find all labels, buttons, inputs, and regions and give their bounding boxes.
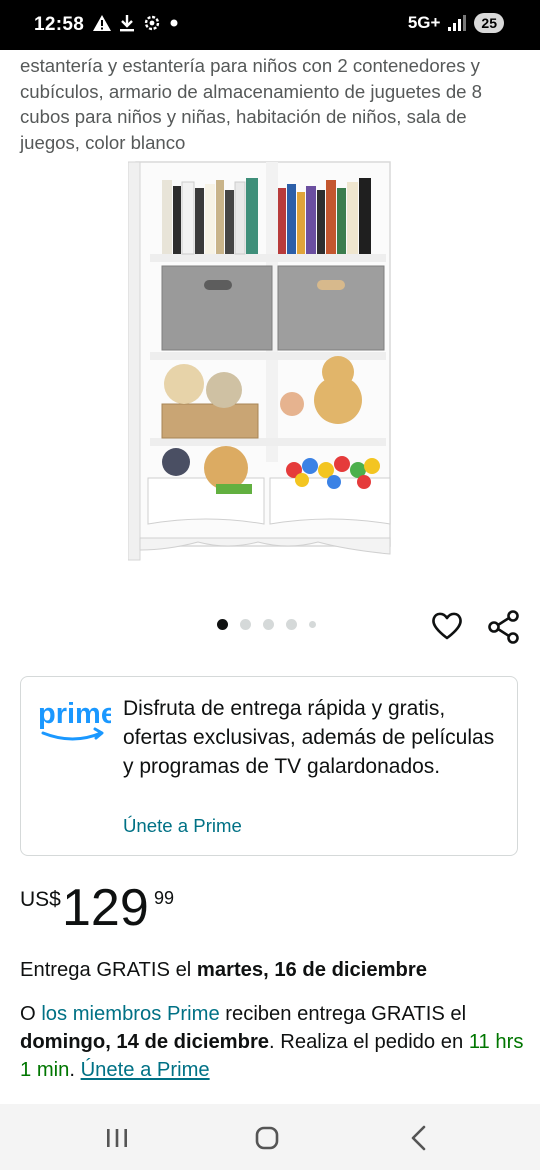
- prime-members-link[interactable]: los miembros Prime: [41, 1003, 219, 1025]
- signal-icon: [448, 15, 467, 31]
- member-prefix: O: [20, 1003, 42, 1025]
- delivery-info: Entrega GRATIS el martes, 16 de diciembr…: [20, 957, 427, 983]
- carousel-dot[interactable]: [263, 619, 274, 630]
- member-after-date: . Realiza el pedido en: [269, 1031, 469, 1053]
- price-whole: 129: [62, 879, 149, 937]
- prime-promo-text: Disfruta de entrega rápida y gratis, ofe…: [123, 697, 495, 778]
- price-currency: US$: [20, 888, 61, 911]
- download-icon: [120, 15, 134, 32]
- settings-icon: [144, 15, 160, 31]
- delivery-prefix: Entrega GRATIS el: [20, 959, 197, 981]
- status-right: 5G+ 25: [408, 13, 504, 33]
- member-delivery-date: domingo, 14 de diciembre: [20, 1031, 270, 1053]
- prime-member-delivery: O los miembros Prime reciben entrega GRA…: [20, 1000, 524, 1084]
- product-title: estantería y estantería para niños con 2…: [20, 55, 483, 153]
- carousel-dot-active[interactable]: [217, 619, 228, 630]
- network-type: 5G+: [407, 13, 441, 32]
- join-prime-link[interactable]: Únete a Prime: [123, 815, 242, 837]
- carousel-dot[interactable]: [309, 621, 316, 628]
- dot-icon: [170, 19, 178, 27]
- system-nav-bar: [0, 1104, 540, 1170]
- back-icon[interactable]: [399, 1122, 439, 1154]
- member-middle: reciben entrega GRATIS el: [219, 1003, 467, 1025]
- status-time: 12:58: [34, 14, 85, 35]
- price-fraction: 99: [154, 888, 175, 908]
- battery-level: 25: [474, 13, 504, 33]
- alert-icon: [93, 15, 111, 31]
- join-prime-link-2[interactable]: Únete a Prime: [81, 1059, 210, 1081]
- home-icon[interactable]: [247, 1122, 287, 1154]
- prime-promo-card: prime Disfruta de entrega rápida y grati…: [20, 676, 518, 856]
- carousel-indicator: [217, 619, 316, 630]
- carousel-dot[interactable]: [240, 619, 251, 630]
- heart-icon[interactable]: [430, 609, 464, 643]
- svg-text:prime: prime: [38, 698, 111, 730]
- status-icons: [92, 13, 180, 33]
- member-sep: .: [69, 1059, 81, 1081]
- carousel-dot[interactable]: [286, 619, 297, 630]
- recent-apps-icon[interactable]: [97, 1122, 137, 1154]
- share-icon[interactable]: [486, 609, 522, 645]
- prime-logo: prime: [38, 698, 111, 741]
- delivery-date: martes, 16 de diciembre: [196, 959, 427, 981]
- status-bar: 12:58 5G+ 25: [0, 0, 540, 50]
- product-image[interactable]: [128, 158, 398, 570]
